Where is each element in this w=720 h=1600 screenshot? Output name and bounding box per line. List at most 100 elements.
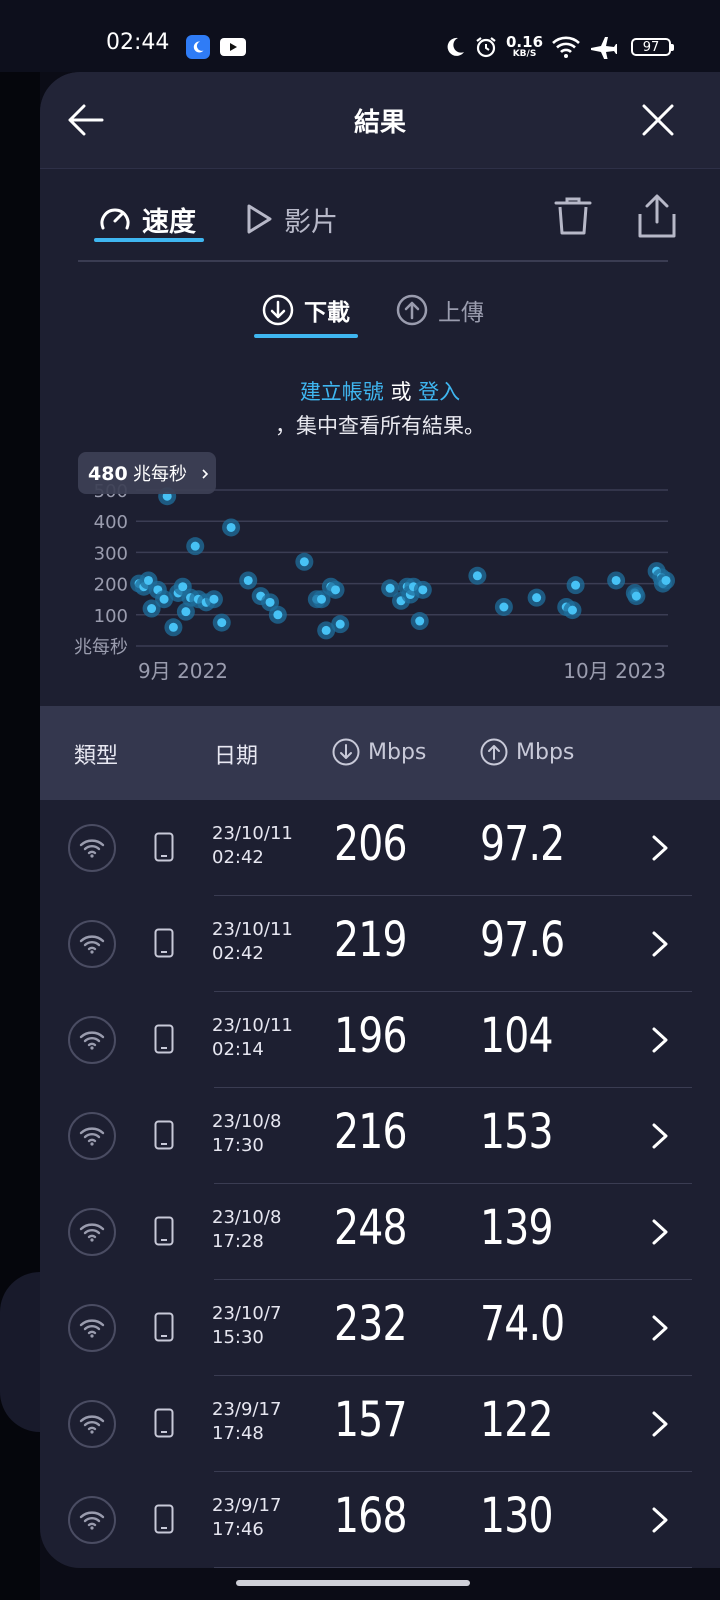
phone-icon — [154, 1408, 174, 1438]
data-point[interactable] — [239, 571, 258, 590]
youtube-icon — [220, 38, 246, 56]
row-download-speed: 232 — [334, 1296, 407, 1352]
row-upload-speed: 130 — [480, 1488, 553, 1544]
data-point[interactable] — [204, 590, 223, 609]
data-point[interactable] — [657, 571, 675, 590]
direction-active-indicator — [254, 334, 358, 338]
header-date[interactable]: 日期 — [214, 738, 258, 770]
data-point[interactable] — [527, 588, 546, 607]
moon-icon — [447, 37, 464, 56]
y-tick-label: 400 — [94, 512, 128, 533]
row-date: 23/10/11 — [212, 823, 293, 844]
chevron-right-icon — [652, 1411, 668, 1437]
phone-icon — [154, 928, 174, 958]
y-tick-label: 300 — [94, 543, 128, 564]
row-date: 23/10/8 — [212, 1111, 282, 1132]
page-title: 結果 — [353, 108, 406, 138]
results-list: 23/10/11 02:42 206 97.2 23/10/11 02:42 219 97.6… — [40, 800, 720, 1568]
arrow-down-circle-icon — [262, 294, 294, 326]
row-time: 17:30 — [212, 1135, 264, 1156]
row-date: 23/9/17 — [212, 1399, 282, 1420]
table-row[interactable]: 23/10/7 15:30 232 74.0 — [40, 1280, 720, 1376]
header-upload[interactable]: Mbps — [480, 738, 574, 766]
wifi-connection-icon — [68, 1112, 116, 1160]
chevron-right-icon — [652, 1027, 668, 1053]
row-time: 17:48 — [212, 1423, 264, 1444]
moon-app-icon — [186, 35, 210, 59]
y-tick-label: 100 — [94, 606, 128, 627]
or-text: 或 — [383, 380, 419, 404]
data-point[interactable] — [164, 618, 183, 637]
data-point[interactable] — [222, 518, 241, 537]
status-bar: 02:44 0.16 KB/S 97 — [0, 0, 720, 72]
data-point[interactable] — [410, 612, 429, 631]
x-tick-label: 10月 2023 — [563, 659, 666, 683]
arrow-up-circle-icon — [396, 294, 428, 326]
login-link[interactable]: 登入 — [418, 380, 460, 404]
table-row[interactable]: 23/10/11 02:14 196 104 — [40, 992, 720, 1088]
row-time: 15:30 — [212, 1327, 264, 1348]
wifi-connection-icon — [68, 1496, 116, 1544]
battery-icon: 97 — [631, 38, 675, 56]
data-point[interactable] — [326, 580, 345, 599]
table-row[interactable]: 23/10/8 17:28 248 139 — [40, 1184, 720, 1280]
account-prompt-subtext: ，集中查看所有結果。 — [275, 414, 485, 438]
arrow-up-circle-icon — [480, 738, 508, 766]
delete-button[interactable] — [550, 194, 596, 240]
row-datetime: 23/9/17 17:48 — [212, 1398, 281, 1446]
wifi-icon — [552, 36, 580, 58]
data-point[interactable] — [607, 571, 626, 590]
phone-icon — [154, 1024, 174, 1054]
home-indicator[interactable] — [236, 1580, 470, 1586]
header-bar: 結果 — [40, 72, 720, 169]
status-icons: 0.16 KB/S 97 — [444, 32, 675, 62]
peak-tooltip[interactable]: 480 兆每秒 — [78, 452, 216, 494]
wifi-connection-icon — [68, 1400, 116, 1448]
data-point[interactable] — [468, 566, 487, 585]
share-button[interactable] — [634, 192, 680, 240]
data-point[interactable] — [186, 537, 205, 556]
row-upload-speed: 139 — [480, 1200, 553, 1256]
row-download-speed: 206 — [334, 816, 407, 872]
table-header: 類型 日期 Mbps Mbps — [40, 706, 720, 800]
chevron-right-icon — [652, 931, 668, 957]
status-time: 02:44 — [106, 30, 170, 55]
chevron-right-icon — [652, 1123, 668, 1149]
data-point[interactable] — [212, 613, 231, 632]
table-row[interactable]: 23/9/17 17:46 168 130 — [40, 1472, 720, 1568]
phone-icon — [154, 1312, 174, 1342]
close-button[interactable] — [636, 98, 680, 142]
data-point[interactable] — [494, 598, 513, 616]
tooltip-unit: 兆每秒 — [133, 464, 187, 485]
table-row[interactable]: 23/10/11 02:42 206 97.2 — [40, 800, 720, 896]
row-date: 23/10/11 — [212, 919, 293, 940]
y-tick-label: 200 — [94, 575, 128, 596]
create-account-link[interactable]: 建立帳號 — [300, 380, 384, 404]
tab-speed[interactable]: 速度 — [98, 194, 196, 244]
data-point[interactable] — [566, 576, 585, 595]
row-upload-speed: 74.0 — [480, 1296, 565, 1352]
data-point[interactable] — [331, 615, 350, 634]
speed-history-chart[interactable]: 500400300200100兆每秒 9月 202210月 2023 480 兆… — [40, 440, 720, 720]
data-point[interactable] — [563, 601, 582, 620]
network-speed: 0.16 KB/S — [506, 35, 543, 59]
download-toggle[interactable]: 下載 — [262, 290, 350, 330]
row-upload-speed: 97.6 — [480, 912, 565, 968]
row-date: 23/10/8 — [212, 1207, 282, 1228]
header-upload-unit: Mbps — [516, 739, 575, 765]
table-row[interactable]: 23/10/8 17:30 216 153 — [40, 1088, 720, 1184]
data-point[interactable] — [627, 587, 646, 606]
row-download-speed: 248 — [334, 1200, 407, 1256]
x-tick-label: 9月 2022 — [138, 659, 228, 683]
upload-toggle[interactable]: 上傳 — [396, 290, 484, 330]
table-row[interactable]: 23/10/11 02:42 219 97.6 — [40, 896, 720, 992]
data-point[interactable] — [295, 552, 314, 571]
table-row[interactable]: 23/9/17 17:48 157 122 — [40, 1376, 720, 1472]
header-download[interactable]: Mbps — [332, 738, 426, 766]
data-point[interactable] — [413, 580, 432, 599]
data-point[interactable] — [268, 605, 287, 624]
tab-speed-label: 速度 — [142, 206, 196, 238]
arrow-down-circle-icon — [332, 738, 360, 766]
background-edge — [0, 1272, 40, 1432]
tab-video[interactable]: 影片 — [244, 194, 338, 244]
